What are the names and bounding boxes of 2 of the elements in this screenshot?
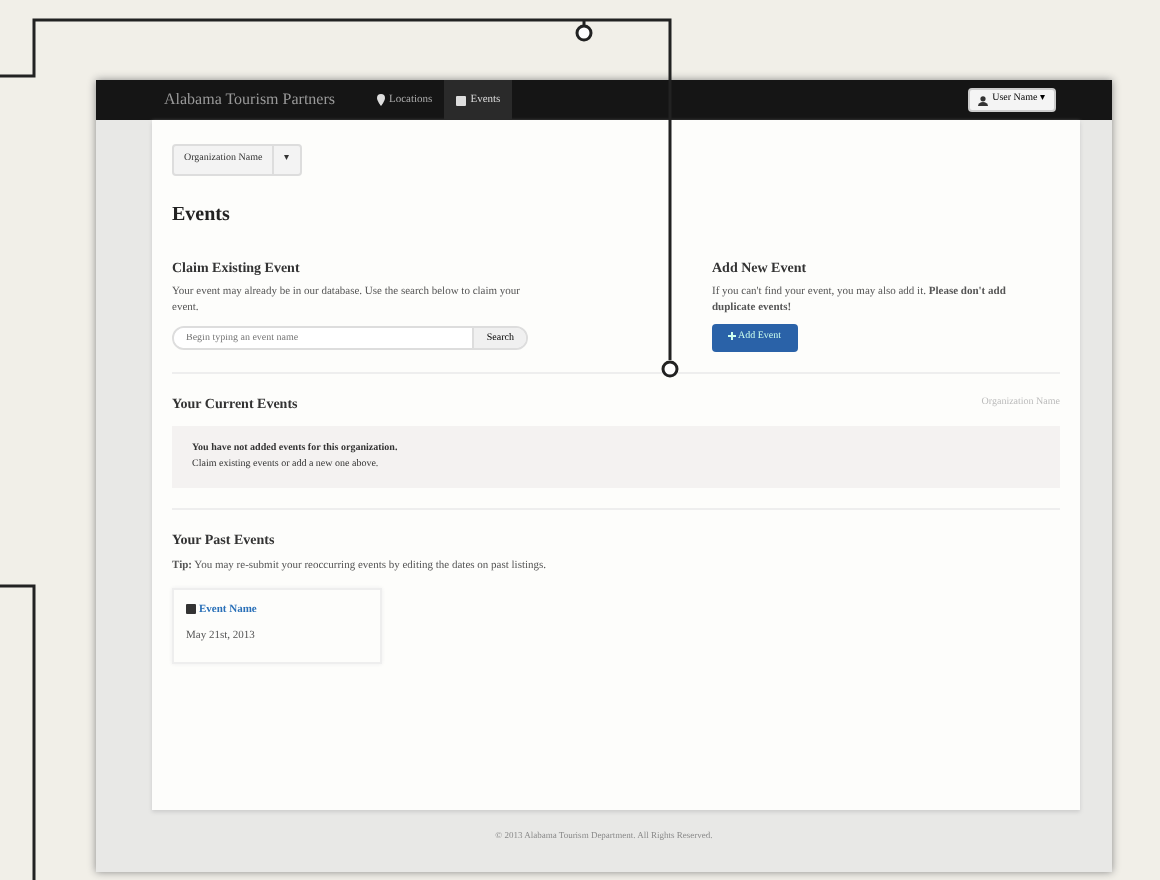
page-title: Events bbox=[172, 201, 232, 229]
brand-title: Alabama Tourism Partners bbox=[164, 88, 335, 112]
